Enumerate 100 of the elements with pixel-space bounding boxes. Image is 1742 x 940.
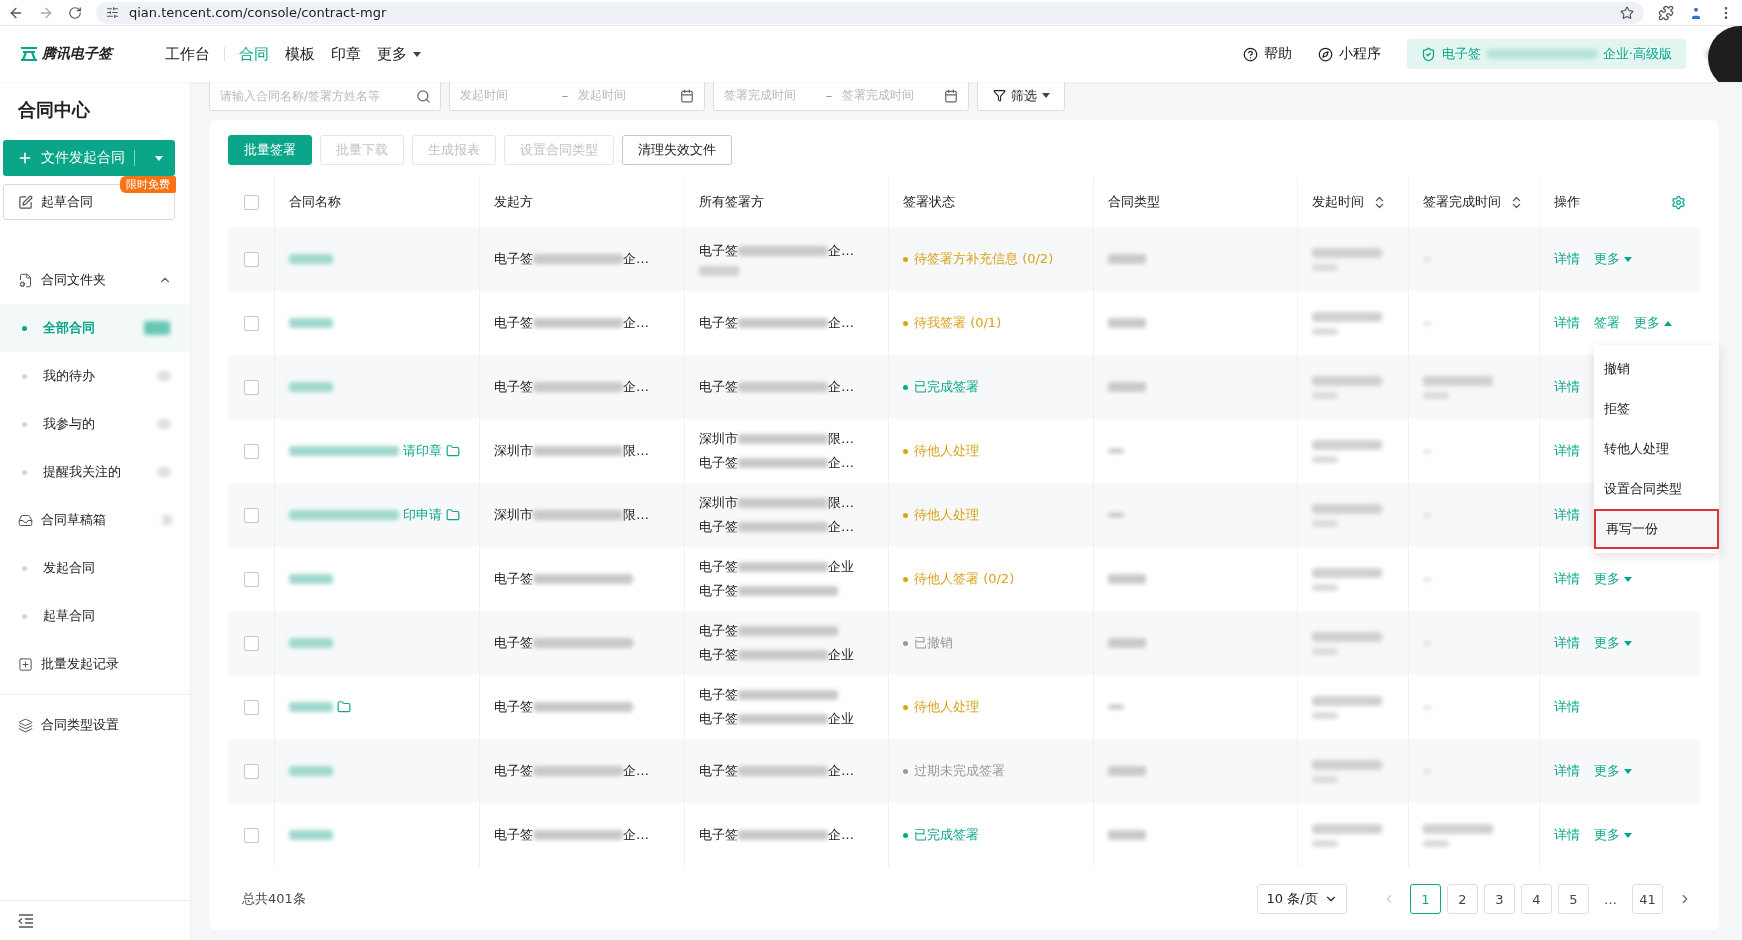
- help-icon: [1242, 46, 1258, 62]
- blurred-text: [1312, 391, 1338, 399]
- toolbar-button[interactable]: 清理失效文件: [622, 135, 732, 165]
- sidebar-item[interactable]: 发起合同: [0, 544, 190, 592]
- menu-item[interactable]: 转他人处理: [1594, 429, 1719, 469]
- page-button[interactable]: 4: [1521, 884, 1552, 914]
- sidebar-group[interactable]: 合同文件夹: [0, 256, 190, 304]
- row-checkbox[interactable]: [243, 635, 259, 651]
- nav-tab[interactable]: 工作台: [157, 44, 218, 64]
- blurred-text: [1312, 327, 1338, 335]
- row-checkbox[interactable]: [243, 763, 259, 779]
- row-checkbox[interactable]: [243, 699, 259, 715]
- party-name: 电子签: [699, 710, 738, 728]
- date-range-field[interactable]: 签署完成时间 – 签署完成时间: [713, 82, 969, 111]
- party-name: 电子签: [494, 762, 533, 780]
- party-name-end: 限…: [623, 442, 649, 460]
- collapse-icon[interactable]: [18, 913, 34, 928]
- blurred-text: [1312, 839, 1338, 847]
- menu-item[interactable]: 再写一份: [1594, 509, 1719, 549]
- url-field[interactable]: qian.tencent.com/console/contract-mgr: [129, 5, 387, 20]
- row-checkbox[interactable]: [243, 379, 259, 395]
- select-all-checkbox[interactable]: [243, 194, 259, 210]
- nav-tab[interactable]: 模板: [277, 44, 323, 64]
- party-name: 电子签: [699, 454, 738, 472]
- status-label: 待他人签署 (0/2): [903, 570, 1079, 588]
- mini-program-link[interactable]: 小程序: [1317, 45, 1381, 63]
- logo-text: 腾讯电子签: [42, 45, 112, 63]
- sidebar-item[interactable]: 起草合同: [0, 592, 190, 640]
- column-header: 合同名称: [289, 193, 341, 211]
- blurred-text: [1312, 759, 1382, 770]
- filter-icon: [992, 89, 1006, 102]
- party-name: 电子签: [699, 686, 738, 704]
- search-icon: [416, 89, 431, 104]
- status-label: 待他人处理: [903, 442, 1079, 460]
- party-name-end: 企…: [623, 378, 649, 396]
- search-field[interactable]: 请输入合同名称/签署方姓名等: [209, 82, 441, 111]
- party-name-end: 企…: [623, 826, 649, 844]
- blurred-text: [1423, 839, 1449, 847]
- menu-item[interactable]: 撤销: [1594, 349, 1719, 389]
- page-button[interactable]: 2: [1447, 884, 1478, 914]
- status-label: 待他人处理: [903, 506, 1079, 524]
- sidebar-group[interactable]: 批量发起记录: [0, 640, 190, 688]
- blurred-text: [1312, 375, 1382, 386]
- status-label: 已撤销: [903, 634, 1079, 652]
- menu-item[interactable]: 拒签: [1594, 389, 1719, 429]
- column-header: 发起时间: [1312, 193, 1364, 211]
- blurred-text: [1312, 503, 1382, 514]
- party-name-end: 企…: [623, 762, 649, 780]
- free-badge: 限时免费: [120, 176, 176, 193]
- calendar-icon: [680, 88, 694, 103]
- row-checkbox[interactable]: [243, 443, 259, 459]
- party-name-end: 限…: [828, 494, 854, 512]
- party-name-end: 企业: [828, 646, 854, 664]
- column-header: 所有签署方: [699, 193, 764, 211]
- row-checkbox[interactable]: [243, 315, 259, 331]
- row-checkbox[interactable]: [243, 571, 259, 587]
- blurred-text: [289, 702, 333, 712]
- blurred-text: [1312, 695, 1382, 706]
- party-name: 深圳市: [699, 430, 738, 448]
- settings-icon[interactable]: [1671, 194, 1686, 210]
- caret-icon[interactable]: [155, 155, 163, 161]
- reload-icon[interactable]: [68, 5, 82, 20]
- help-link[interactable]: 帮助: [1242, 45, 1292, 63]
- sidebar-group[interactable]: 合同草稿箱: [0, 496, 190, 544]
- blurred-text: [1312, 647, 1338, 655]
- row-checkbox[interactable]: [243, 827, 259, 843]
- blurred-text: [289, 318, 333, 328]
- filter-button[interactable]: 筛选: [977, 82, 1065, 111]
- caret-icon: [1041, 93, 1050, 98]
- page-button[interactable]: 3: [1484, 884, 1515, 914]
- file-gear-icon: [18, 272, 33, 288]
- page-button[interactable]: 41: [1632, 884, 1663, 914]
- party-name: 电子签: [494, 634, 533, 652]
- party-name-end: 企…: [623, 250, 649, 268]
- party-name-end: 企…: [828, 518, 854, 536]
- page-size-select[interactable]: 10 条/页: [1257, 884, 1347, 914]
- nav-tab[interactable]: 更多: [369, 44, 429, 64]
- sidebar-item[interactable]: 我的待办: [0, 352, 190, 400]
- inbox-icon: [18, 512, 33, 528]
- extensions-icon[interactable]: [1658, 4, 1674, 21]
- row-checkbox[interactable]: [243, 251, 259, 267]
- blurred-text: [1312, 311, 1382, 322]
- site-settings-icon[interactable]: [106, 6, 119, 19]
- blurred-text: [289, 382, 333, 392]
- blurred-text: [1312, 263, 1338, 271]
- date-range-field[interactable]: 发起时间 – 发起时间: [449, 82, 705, 111]
- blurred-text: [289, 766, 333, 776]
- menu-item[interactable]: 设置合同类型: [1594, 469, 1719, 509]
- star-icon[interactable]: [1620, 5, 1634, 20]
- party-name: 电子签: [699, 558, 738, 576]
- party-name: 深圳市: [699, 494, 738, 512]
- sidebar-item[interactable]: 我参与的: [0, 400, 190, 448]
- row-checkbox[interactable]: [243, 507, 259, 523]
- caret-icon: [413, 51, 421, 57]
- status-label: 过期未完成签署: [903, 762, 1079, 780]
- nav-tab[interactable]: 印章: [323, 44, 369, 64]
- page-button[interactable]: 5: [1558, 884, 1589, 914]
- sidebar-group[interactable]: 合同类型设置: [0, 701, 190, 749]
- sidebar-item[interactable]: 提醒我关注的: [0, 448, 190, 496]
- edit-icon: [18, 194, 33, 210]
